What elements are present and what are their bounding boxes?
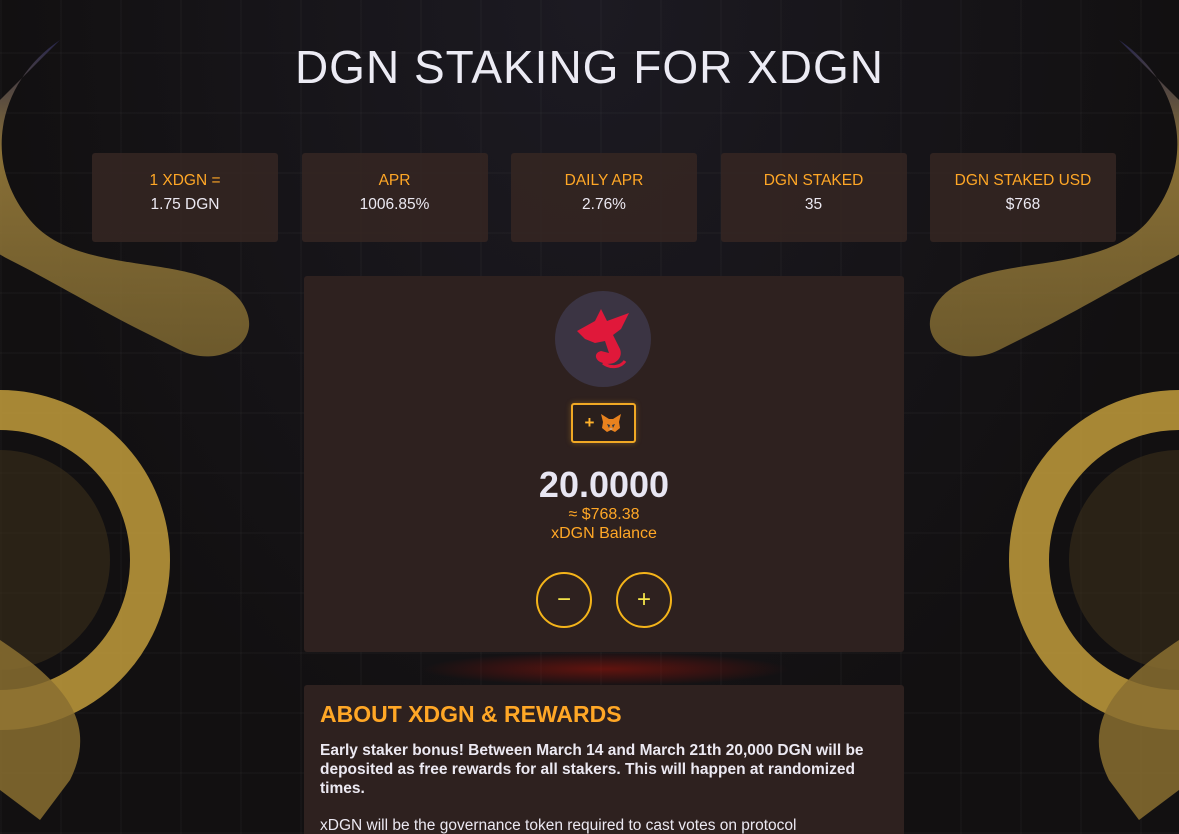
minus-icon: − xyxy=(556,586,571,613)
page-title: DGN STAKING FOR XDGN xyxy=(294,41,885,93)
stat-card-apr: APR 1006.85% xyxy=(301,153,488,242)
about-title: ABOUT XDGN & REWARDS xyxy=(320,701,622,727)
stat-label: APR xyxy=(378,172,411,189)
stat-value: 1.75 DGN xyxy=(150,196,220,213)
plus-icon: + xyxy=(636,586,651,613)
stat-value: $768 xyxy=(1005,196,1041,213)
stat-label: DGN STAKED xyxy=(763,172,864,189)
stat-label: DAILY APR xyxy=(564,172,644,189)
metamask-fox-icon xyxy=(601,414,622,432)
dragon-right-decoration xyxy=(929,40,1179,820)
about-panel: ABOUT XDGN & REWARDS Early staker bonus!… xyxy=(304,685,904,834)
staking-card: + 20.0000 ≈ $768.38 xDGN Balance − + xyxy=(304,276,904,652)
unstake-button[interactable]: − xyxy=(536,572,592,628)
stat-card-exchange-rate: 1 XDGN = 1.75 DGN xyxy=(92,153,278,242)
red-glow-decoration xyxy=(420,652,790,686)
stat-card-daily-apr: DAILY APR 2.76% xyxy=(511,153,697,242)
xdgn-balance-label: xDGN Balance xyxy=(551,525,657,542)
page: DGN STAKING FOR XDGN 1 XDGN = 1.75 DGN A… xyxy=(0,0,1179,834)
about-paragraph-governance: xDGN will be the governance token requir… xyxy=(320,817,797,834)
stat-value: 2.76% xyxy=(582,196,626,213)
stat-value: 1006.85% xyxy=(359,196,430,213)
stat-card-dgn-staked-usd: DGN STAKED USD $768 xyxy=(930,153,1116,242)
plus-label: + xyxy=(584,413,595,432)
stat-label: 1 XDGN = xyxy=(149,172,221,189)
stats-row: 1 XDGN = 1.75 DGN APR 1006.85% DAILY APR… xyxy=(92,153,1116,242)
stake-button[interactable]: + xyxy=(616,572,672,628)
add-to-metamask-button[interactable]: + xyxy=(571,403,636,443)
red-dragon-logo-icon xyxy=(555,291,651,387)
xdgn-balance-usd: ≈ $768.38 xyxy=(568,506,640,523)
stat-label: DGN STAKED USD xyxy=(954,172,1092,189)
dragon-left-decoration xyxy=(0,40,250,820)
stat-card-dgn-staked: DGN STAKED 35 xyxy=(720,153,907,242)
xdgn-balance-amount: 20.0000 xyxy=(538,464,670,505)
about-paragraph-bonus: Early staker bonus! Between March 14 and… xyxy=(320,742,864,797)
stat-value: 35 xyxy=(804,196,823,213)
